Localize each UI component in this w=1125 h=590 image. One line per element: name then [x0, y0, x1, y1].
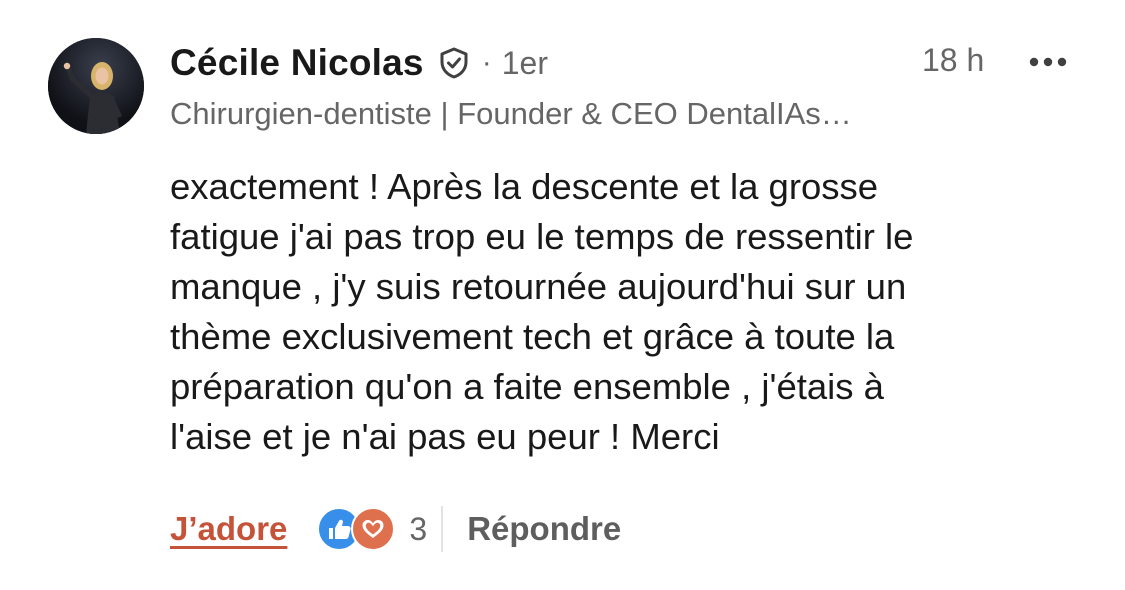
- comment-text-line: l'aise et je n'ai pas eu peur ! Merci: [170, 416, 720, 457]
- comment-header: Cécile Nicolas · 1er: [170, 38, 548, 88]
- separator-dot: ·: [481, 46, 492, 79]
- comment-body: exactement ! Après la descente et la gro…: [170, 162, 1090, 462]
- reaction-count[interactable]: 3: [409, 511, 427, 548]
- author-headline: Chirurgien-dentiste | Founder & CEO Dent…: [170, 96, 852, 131]
- avatar[interactable]: [48, 38, 144, 134]
- reply-button[interactable]: Répondre: [467, 510, 621, 548]
- comment-text-line: préparation qu'on a faite ensemble , j'é…: [170, 366, 884, 407]
- comment-text-line: manque , j'y suis retournée aujourd'hui …: [170, 266, 907, 307]
- comment-text-line: exactement ! Après la descente et la gro…: [170, 166, 879, 207]
- react-button[interactable]: J’adore: [170, 510, 287, 548]
- reaction-icons[interactable]: [317, 507, 397, 551]
- connection-degree: 1er: [501, 44, 548, 81]
- comment-text-line: fatigue j'ai pas trop eu le temps de res…: [170, 216, 914, 257]
- actions-divider: [441, 506, 444, 552]
- timestamp: 18 h: [922, 42, 985, 78]
- love-icon: [351, 507, 396, 551]
- comment-actions: J’adore 3 Répondre: [170, 503, 621, 555]
- verified-shield-icon: [438, 47, 470, 79]
- more-options-icon[interactable]: [1026, 54, 1070, 70]
- comment-text-line: thème exclusivement tech et grâce à tout…: [170, 316, 895, 357]
- author-name[interactable]: Cécile Nicolas: [170, 42, 424, 84]
- comment: Cécile Nicolas · 1er 18 h Chirurgien-den…: [0, 0, 1125, 590]
